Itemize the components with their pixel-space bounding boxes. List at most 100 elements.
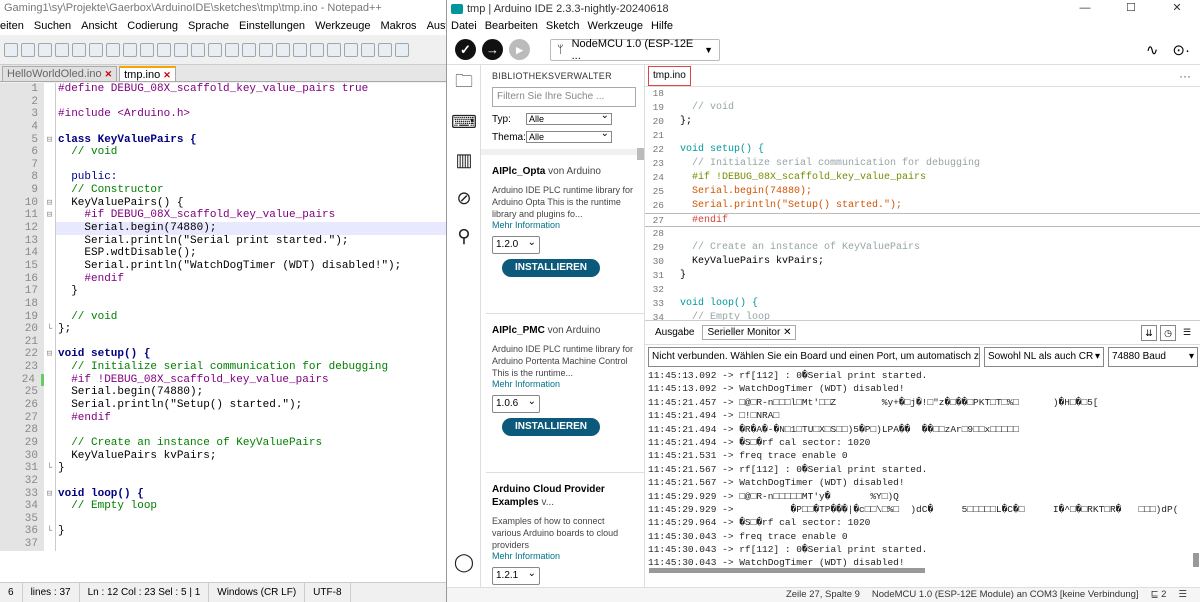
- fold-marker[interactable]: └: [44, 525, 56, 539]
- toolbar-button-icon[interactable]: [310, 42, 324, 57]
- toolbar-button-icon[interactable]: [191, 42, 205, 57]
- toolbar-button-icon[interactable]: [276, 42, 290, 57]
- menu-item-8[interactable]: Ausführen: [427, 17, 446, 35]
- fold-marker[interactable]: └: [44, 323, 56, 336]
- toolbar-button-icon[interactable]: [89, 42, 103, 57]
- typ-select[interactable]: Alle: [526, 111, 612, 125]
- close-icon[interactable]: ✕: [783, 327, 791, 338]
- fold-marker[interactable]: ⊟: [44, 487, 56, 501]
- toolbar-button-icon[interactable]: [259, 42, 273, 57]
- editor-line: 34 // Empty loop: [0, 500, 446, 513]
- timestamp-icon[interactable]: ◷: [1160, 324, 1176, 341]
- menu-sketch[interactable]: Sketch: [546, 17, 580, 35]
- close-tab-icon[interactable]: ✕: [105, 67, 113, 81]
- more-info-link[interactable]: Mehr Information: [492, 551, 634, 561]
- notifications-count[interactable]: ⊑ 2: [1151, 588, 1167, 602]
- fold-marker: [44, 146, 56, 159]
- menu-item-2[interactable]: Ansicht: [81, 17, 117, 35]
- library-search-input[interactable]: Filtern Sie Ihre Suche ...: [492, 87, 636, 107]
- menu-item-0[interactable]: eiten: [0, 17, 24, 35]
- menu-datei[interactable]: Datei: [451, 17, 477, 35]
- autoscroll-icon[interactable]: ⇊: [1141, 324, 1157, 341]
- toolbar-button-icon[interactable]: [395, 42, 409, 57]
- toolbar-button-icon[interactable]: [55, 42, 69, 57]
- thema-select[interactable]: Alle: [526, 129, 612, 143]
- toolbar-button-icon[interactable]: [21, 42, 35, 57]
- baud-rate-select[interactable]: 74880 Baud: [1108, 347, 1198, 367]
- menu-bearbeiten[interactable]: Bearbeiten: [485, 17, 538, 35]
- fold-marker[interactable]: ⊟: [44, 348, 56, 362]
- board-manager-icon[interactable]: ⌨: [447, 103, 481, 141]
- fold-marker: [44, 436, 56, 450]
- output-toggle-icon[interactable]: ☰: [1178, 588, 1187, 602]
- tab-serial-monitor[interactable]: Serieller Monitor ✕: [702, 325, 797, 340]
- file-tab[interactable]: HelloWorldOled.ino ✕: [2, 66, 118, 81]
- line-number: 31: [0, 462, 44, 475]
- install-button[interactable]: INSTALLIEREN: [502, 259, 600, 277]
- debug-button[interactable]: ▸: [509, 39, 530, 60]
- fold-marker[interactable]: ⊟: [44, 209, 56, 223]
- menu-item-1[interactable]: Suchen: [34, 17, 71, 35]
- menu-item-5[interactable]: Einstellungen: [239, 17, 305, 35]
- menu-item-7[interactable]: Makros: [381, 17, 417, 35]
- horizontal-scrollbar[interactable]: [649, 568, 925, 573]
- toolbar-button-icon[interactable]: [293, 42, 307, 57]
- toolbar-button-icon[interactable]: [378, 42, 392, 57]
- code-text: KeyValuePairs kvPairs;: [680, 256, 825, 267]
- file-tab[interactable]: tmp.ino ✕: [119, 66, 176, 81]
- folder-icon[interactable]: 🗀: [447, 65, 481, 103]
- maximize-button[interactable]: ☐: [1108, 0, 1154, 17]
- toolbar-button-icon[interactable]: [344, 42, 358, 57]
- library-manager-icon[interactable]: ▥: [447, 141, 481, 179]
- more-info-link[interactable]: Mehr Information: [492, 220, 634, 230]
- minimize-button[interactable]: —: [1062, 0, 1108, 17]
- toolbar-button-icon[interactable]: [361, 42, 375, 57]
- toolbar-button-icon[interactable]: [123, 42, 137, 57]
- close-button[interactable]: ✕: [1154, 0, 1200, 17]
- toolbar-button-icon[interactable]: [106, 42, 120, 57]
- serial-plotter-icon[interactable]: ∿: [1146, 41, 1159, 59]
- toolbar-button-icon[interactable]: [157, 42, 171, 57]
- close-tab-icon[interactable]: ✕: [163, 68, 171, 82]
- toolbar-button-icon[interactable]: [72, 42, 86, 57]
- tab-tmp-ino[interactable]: tmp.ino: [648, 65, 691, 86]
- toolbar-button-icon[interactable]: [225, 42, 239, 57]
- board-selector[interactable]: ᛘ NodeMCU 1.0 (ESP-12E ... ▼: [550, 38, 720, 62]
- version-select[interactable]: 1.2.1: [492, 566, 540, 585]
- vertical-scrollbar[interactable]: [1193, 553, 1199, 567]
- install-button[interactable]: INSTALLIEREN: [502, 418, 600, 436]
- npp-editor[interactable]: 1 #define DEBUG_08X_scaffold_key_value_pa…: [0, 83, 446, 582]
- user-icon[interactable]: ◯: [447, 543, 481, 581]
- menu-item-4[interactable]: Sprache: [188, 17, 229, 35]
- verify-button[interactable]: ✓: [455, 39, 476, 60]
- version-select[interactable]: 1.2.0: [492, 235, 540, 254]
- toolbar-button-icon[interactable]: [327, 42, 341, 57]
- line-ending-select[interactable]: Sowohl NL als auch CR: [984, 347, 1104, 367]
- more-tabs-button[interactable]: ···: [1179, 69, 1200, 83]
- search-icon[interactable]: ⚲: [447, 217, 481, 255]
- menu-item-3[interactable]: Codierung: [127, 17, 178, 35]
- clear-output-icon[interactable]: ☰: [1179, 325, 1195, 341]
- version-select[interactable]: 1.0.6: [492, 394, 540, 413]
- code-editor[interactable]: tmp.ino ··· 18 19 // void 20}; 21 22 void set…: [645, 65, 1200, 321]
- fold-marker[interactable]: └: [44, 462, 56, 475]
- more-info-link[interactable]: Mehr Information: [492, 379, 634, 389]
- toolbar-button-icon[interactable]: [38, 42, 52, 57]
- toolbar-button-icon[interactable]: [4, 42, 18, 57]
- menu-hilfe[interactable]: Hilfe: [651, 17, 673, 35]
- menu-item-6[interactable]: Werkzeuge: [315, 17, 370, 35]
- debug-disabled-icon[interactable]: ⊘: [447, 179, 481, 217]
- code-text: void loop() {: [680, 298, 759, 309]
- menu-werkzeuge[interactable]: Werkzeuge: [588, 17, 643, 35]
- toolbar-button-icon[interactable]: [140, 42, 154, 57]
- toolbar-button-icon[interactable]: [174, 42, 188, 57]
- serial-monitor-icon[interactable]: ⊙·: [1172, 41, 1190, 59]
- library-scrollbar[interactable]: [637, 148, 644, 160]
- upload-button[interactable]: →: [482, 39, 503, 60]
- fold-marker[interactable]: ⊟: [44, 196, 56, 210]
- tab-ausgabe[interactable]: Ausgabe: [651, 325, 698, 340]
- toolbar-button-icon[interactable]: [242, 42, 256, 57]
- toolbar-button-icon[interactable]: [208, 42, 222, 57]
- serial-message-input[interactable]: Nicht verbunden. Wählen Sie ein Board un…: [648, 347, 980, 367]
- fold-marker[interactable]: ⊟: [44, 133, 56, 147]
